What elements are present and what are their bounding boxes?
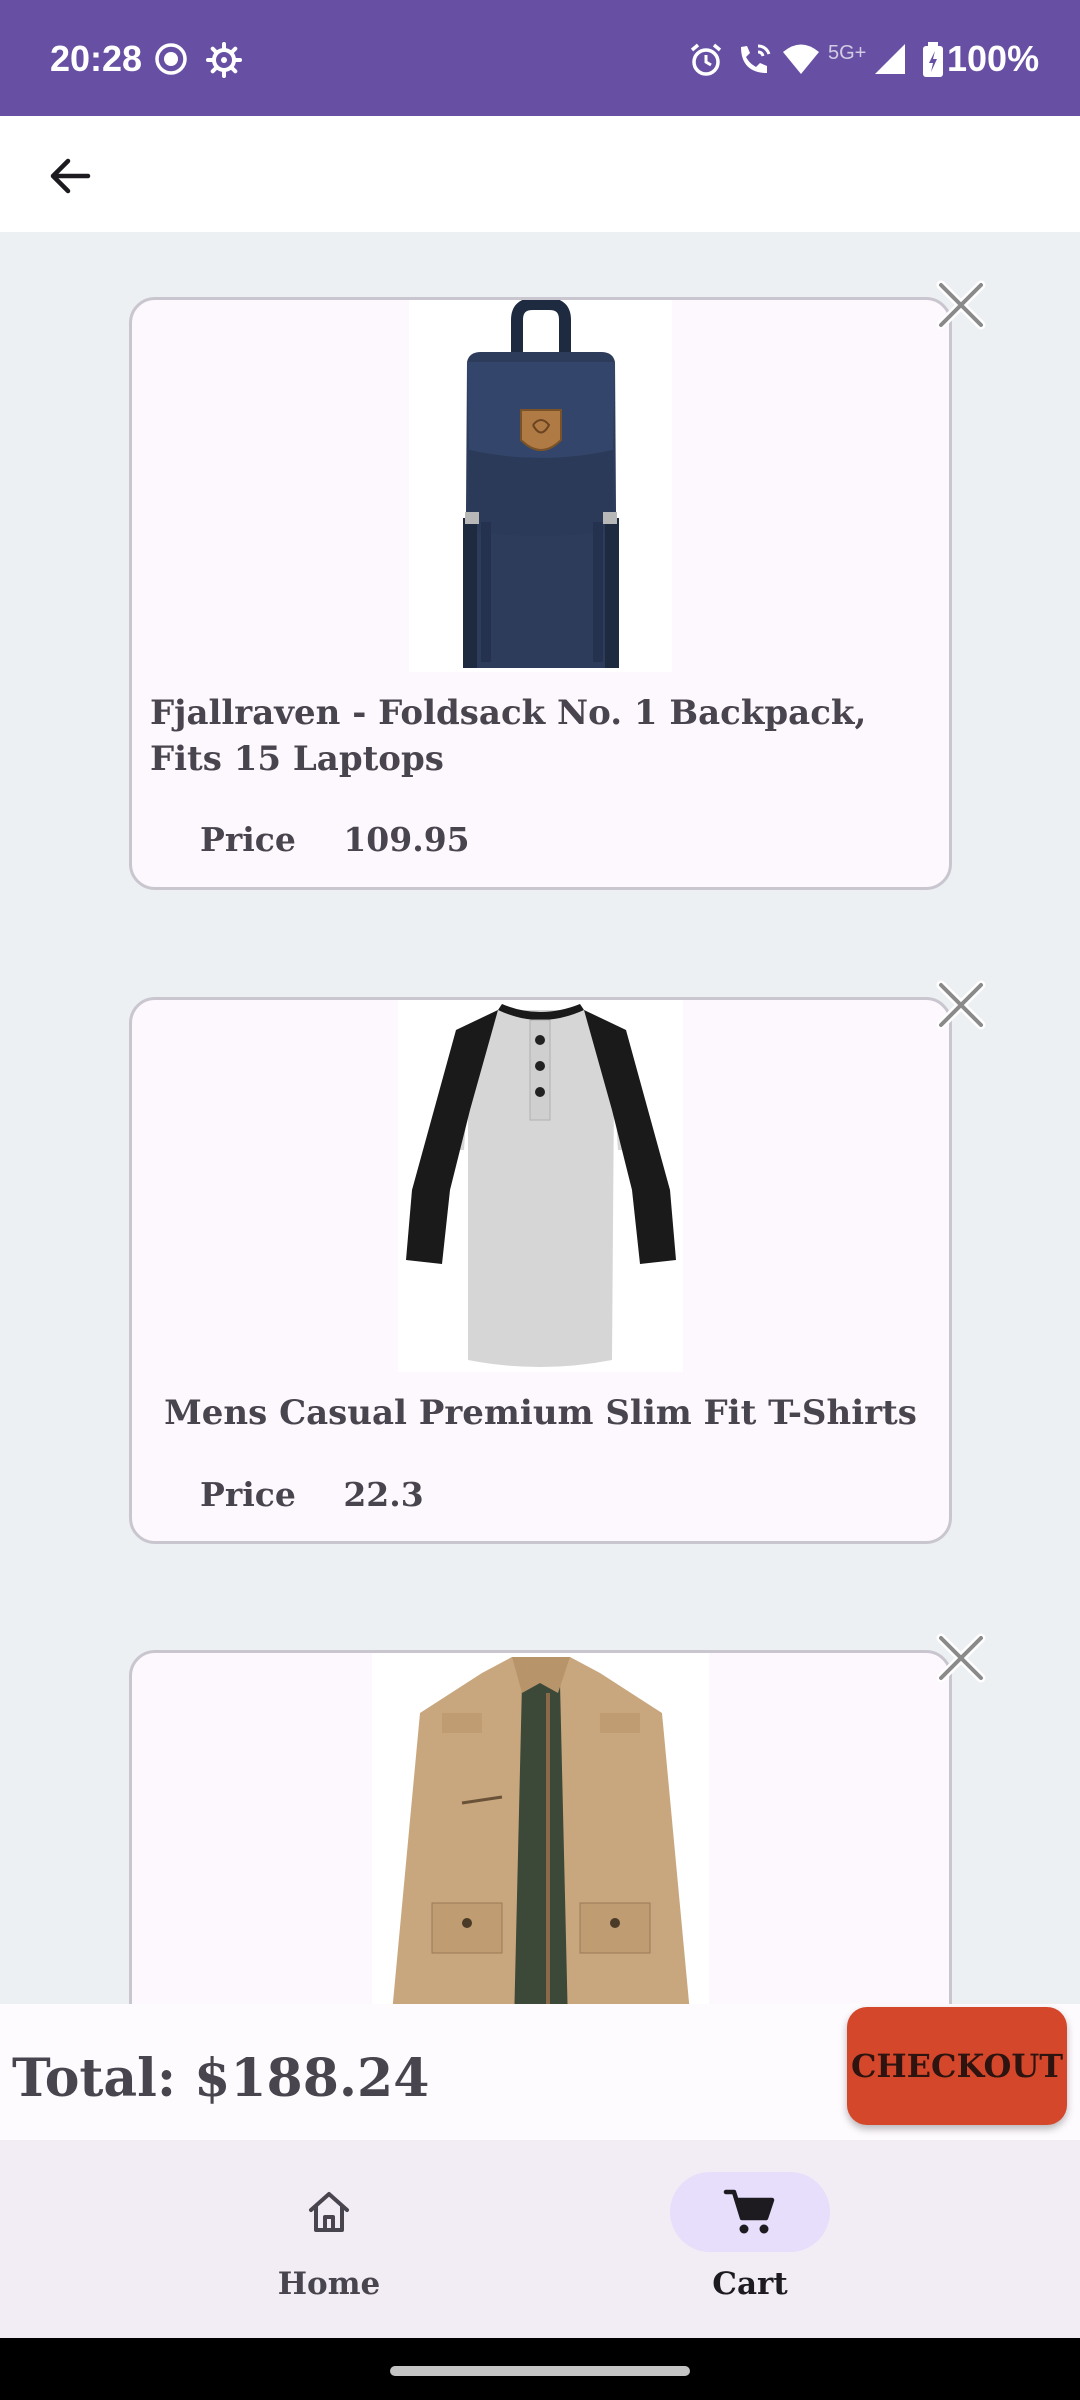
bottom-navigation: Home Cart xyxy=(0,2140,1080,2338)
cart-item xyxy=(129,1650,952,2004)
price-label: Price xyxy=(200,1475,296,1514)
nav-label-home: Home xyxy=(277,2266,381,2302)
status-time: 20:28 xyxy=(50,38,143,79)
alarm-icon xyxy=(690,43,722,76)
close-icon xyxy=(936,980,986,1030)
product-image-tshirt xyxy=(398,1000,683,1372)
wifi-calling-icon xyxy=(741,44,771,73)
product-image-backpack xyxy=(409,300,672,672)
remove-item-button[interactable] xyxy=(933,1630,989,1686)
settings-gear-icon xyxy=(206,42,242,78)
nav-label-cart: Cart xyxy=(712,2266,788,2302)
product-title: Fjallraven - Foldsack No. 1 Backpack, Fi… xyxy=(150,693,867,779)
home-icon xyxy=(309,2192,349,2232)
price-value: 109.95 xyxy=(343,820,470,859)
price-row: Price 22.3 xyxy=(200,1475,424,1514)
shopping-cart-icon xyxy=(723,2189,775,2234)
battery-level: 100% xyxy=(947,38,1040,79)
close-icon xyxy=(936,280,986,330)
battery-icon xyxy=(923,42,943,77)
back-button[interactable] xyxy=(40,146,100,206)
home-gesture-handle[interactable] xyxy=(390,2366,690,2376)
nav-item-cart[interactable]: Cart xyxy=(650,2170,850,2320)
checkout-button[interactable]: CHECKOUT xyxy=(847,2007,1067,2125)
price-value: 22.3 xyxy=(343,1475,424,1514)
system-navigation-bar xyxy=(0,2338,1080,2400)
nav-item-home[interactable]: Home xyxy=(229,2170,429,2320)
status-bar: 20:28 5G+ 100% xyxy=(0,0,1080,116)
arrow-back-icon xyxy=(50,158,91,194)
remove-item-button[interactable] xyxy=(933,977,989,1033)
cart-item: Fjallraven - Foldsack No. 1 Backpack, Fi… xyxy=(129,297,952,890)
app-bar xyxy=(0,116,1080,232)
product-title: Mens Casual Premium Slim Fit T-Shirts xyxy=(164,1393,917,1433)
cart-item: Mens Casual Premium Slim Fit T-Shirts Pr… xyxy=(129,997,952,1544)
remove-item-button[interactable] xyxy=(933,277,989,333)
network-type: 5G+ xyxy=(828,42,867,64)
price-label: Price xyxy=(200,820,296,859)
cart-total: Total: $188.24 xyxy=(12,2048,430,2109)
nav-indicator-active xyxy=(670,2172,830,2252)
record-icon xyxy=(155,43,187,75)
wifi-icon xyxy=(783,44,819,74)
cart-list[interactable]: Fjallraven - Foldsack No. 1 Backpack, Fi… xyxy=(0,232,1080,2004)
close-icon xyxy=(936,1633,986,1683)
signal-icon xyxy=(875,44,905,74)
nav-indicator xyxy=(249,2172,409,2252)
product-image-jacket xyxy=(372,1653,709,2004)
price-row: Price 109.95 xyxy=(200,820,470,859)
